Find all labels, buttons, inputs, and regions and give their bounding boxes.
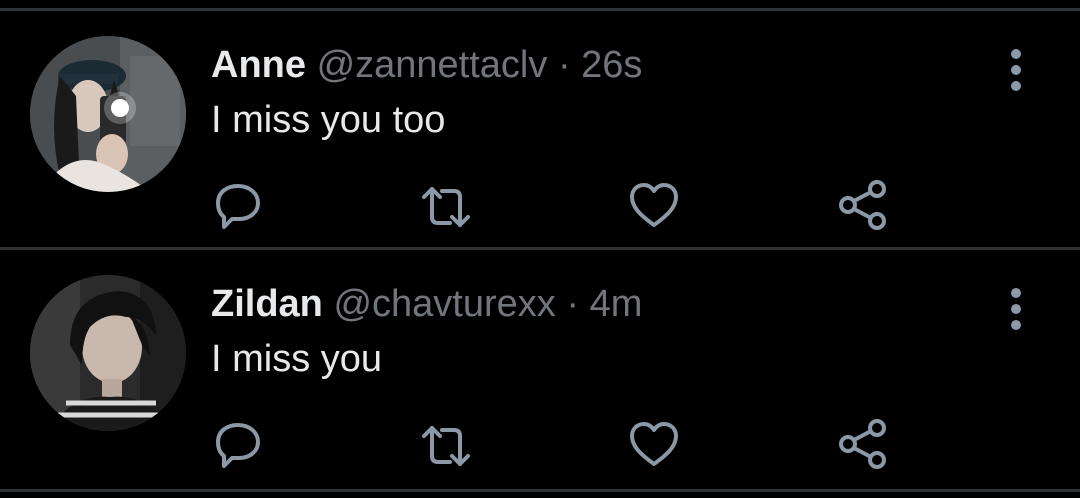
timestamp[interactable]: 4m <box>590 283 643 325</box>
reply-icon[interactable] <box>210 418 266 474</box>
more-options-icon[interactable] <box>996 45 1036 95</box>
more-options-icon[interactable] <box>996 284 1036 334</box>
timestamp[interactable]: 26s <box>581 44 642 86</box>
retweet-icon[interactable] <box>418 179 474 235</box>
bottom-divider <box>0 489 1080 492</box>
display-name[interactable]: Zildan <box>211 283 323 325</box>
retweet-icon[interactable] <box>418 418 474 474</box>
reply-icon[interactable] <box>210 179 266 235</box>
display-name[interactable]: Anne <box>211 44 306 86</box>
like-icon[interactable] <box>626 418 682 474</box>
tweet-text: I miss you too <box>211 99 446 141</box>
like-icon[interactable] <box>626 179 682 235</box>
separator-dot: · <box>566 283 579 325</box>
tweet-header: Anne @zannettaclv · 26s <box>211 43 642 87</box>
separator-dot: · <box>557 44 571 86</box>
user-handle[interactable]: @zannettaclv <box>317 44 548 86</box>
tweet-text: I miss you <box>211 338 383 380</box>
tweet-header: Zildan @chavturexx · 4m <box>211 282 642 326</box>
avatar[interactable] <box>30 36 186 192</box>
share-icon[interactable] <box>834 418 890 474</box>
tweet-1[interactable]: Anne @zannettaclv · 26s I miss you too <box>0 11 1080 247</box>
share-icon[interactable] <box>834 179 890 235</box>
tweet-2[interactable]: Zildan @chavturexx · 4m I miss you <box>0 250 1080 486</box>
avatar[interactable] <box>30 275 186 431</box>
user-handle[interactable]: @chavturexx <box>333 283 555 325</box>
